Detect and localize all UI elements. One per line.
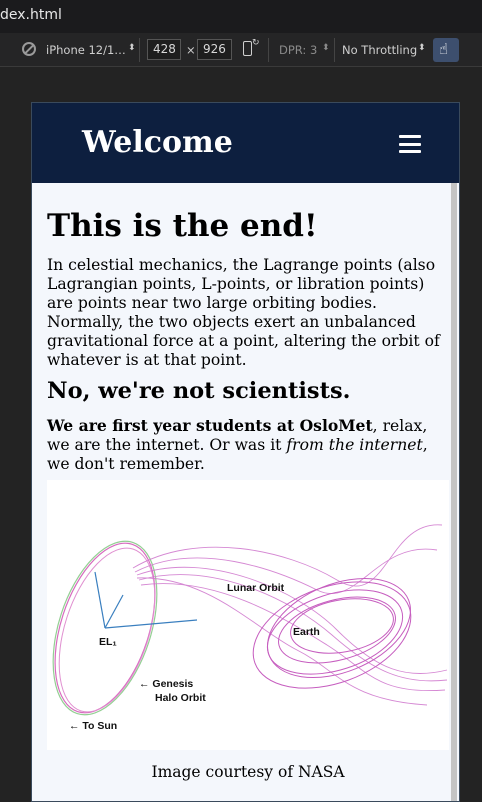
disable-icon[interactable]	[22, 42, 36, 56]
intro-paragraph: In celestial mechanics, the Lagrange poi…	[47, 256, 440, 369]
label-halo-orbit: Halo Orbit	[155, 692, 206, 704]
chevron-updown-icon: ⬍	[322, 43, 330, 53]
main-content: This is the end! In celestial mechanics,…	[47, 183, 449, 781]
dimension-separator: ×	[186, 43, 196, 57]
label-el1: EL₁	[99, 636, 117, 648]
hand-pointer-icon: ☝	[439, 40, 449, 58]
divider	[268, 38, 269, 62]
divider	[334, 38, 335, 62]
site-header: Welcome	[32, 103, 459, 183]
scrollbar[interactable]	[451, 183, 457, 801]
site-title[interactable]: Welcome	[82, 125, 233, 160]
sub-heading: No, we're not scientists.	[47, 378, 351, 404]
browser-tab-bar: dex.html	[0, 0, 482, 33]
width-input[interactable]: 428	[147, 39, 181, 60]
tab-title[interactable]: dex.html	[0, 7, 62, 23]
device-select[interactable]: iPhone 12/1…	[46, 43, 126, 57]
hamburger-menu-icon[interactable]	[399, 135, 421, 153]
chevron-updown-icon: ⬍	[418, 43, 426, 53]
page-heading: This is the end!	[47, 208, 318, 244]
divider	[139, 38, 140, 62]
device-toolbar: iPhone 12/1… ⬍ 428 × 926 DPR: 3 ⬍ No Thr…	[0, 33, 482, 67]
lagrange-orbit-image: Lunar Orbit Earth EL₁ ← Genesis Halo Orb…	[47, 480, 449, 750]
italic-text: from the internet	[286, 436, 423, 454]
label-earth: Earth	[293, 626, 320, 638]
image-caption: Image courtesy of NASA	[151, 763, 345, 781]
students-paragraph: We are first year students at OsloMet, r…	[47, 416, 449, 474]
label-genesis: ← Genesis	[139, 678, 193, 690]
chevron-updown-icon: ⬍	[128, 43, 136, 53]
label-to-sun: ← To Sun	[69, 720, 117, 732]
orbit-diagram: Lunar Orbit Earth EL₁ ← Genesis Halo Orb…	[52, 524, 448, 732]
dpr-select[interactable]: DPR: 3	[279, 43, 317, 57]
label-lunar-orbit: Lunar Orbit	[227, 582, 285, 594]
page-viewport: Welcome This is the end! In celestial me…	[31, 102, 460, 802]
throttling-select[interactable]: No Throttling	[342, 43, 417, 57]
touch-toggle-button[interactable]: ☝	[433, 38, 459, 62]
height-input[interactable]: 926	[197, 39, 232, 60]
bold-text: We are first year students at OsloMet	[47, 416, 373, 435]
rotate-icon[interactable]	[243, 38, 260, 56]
